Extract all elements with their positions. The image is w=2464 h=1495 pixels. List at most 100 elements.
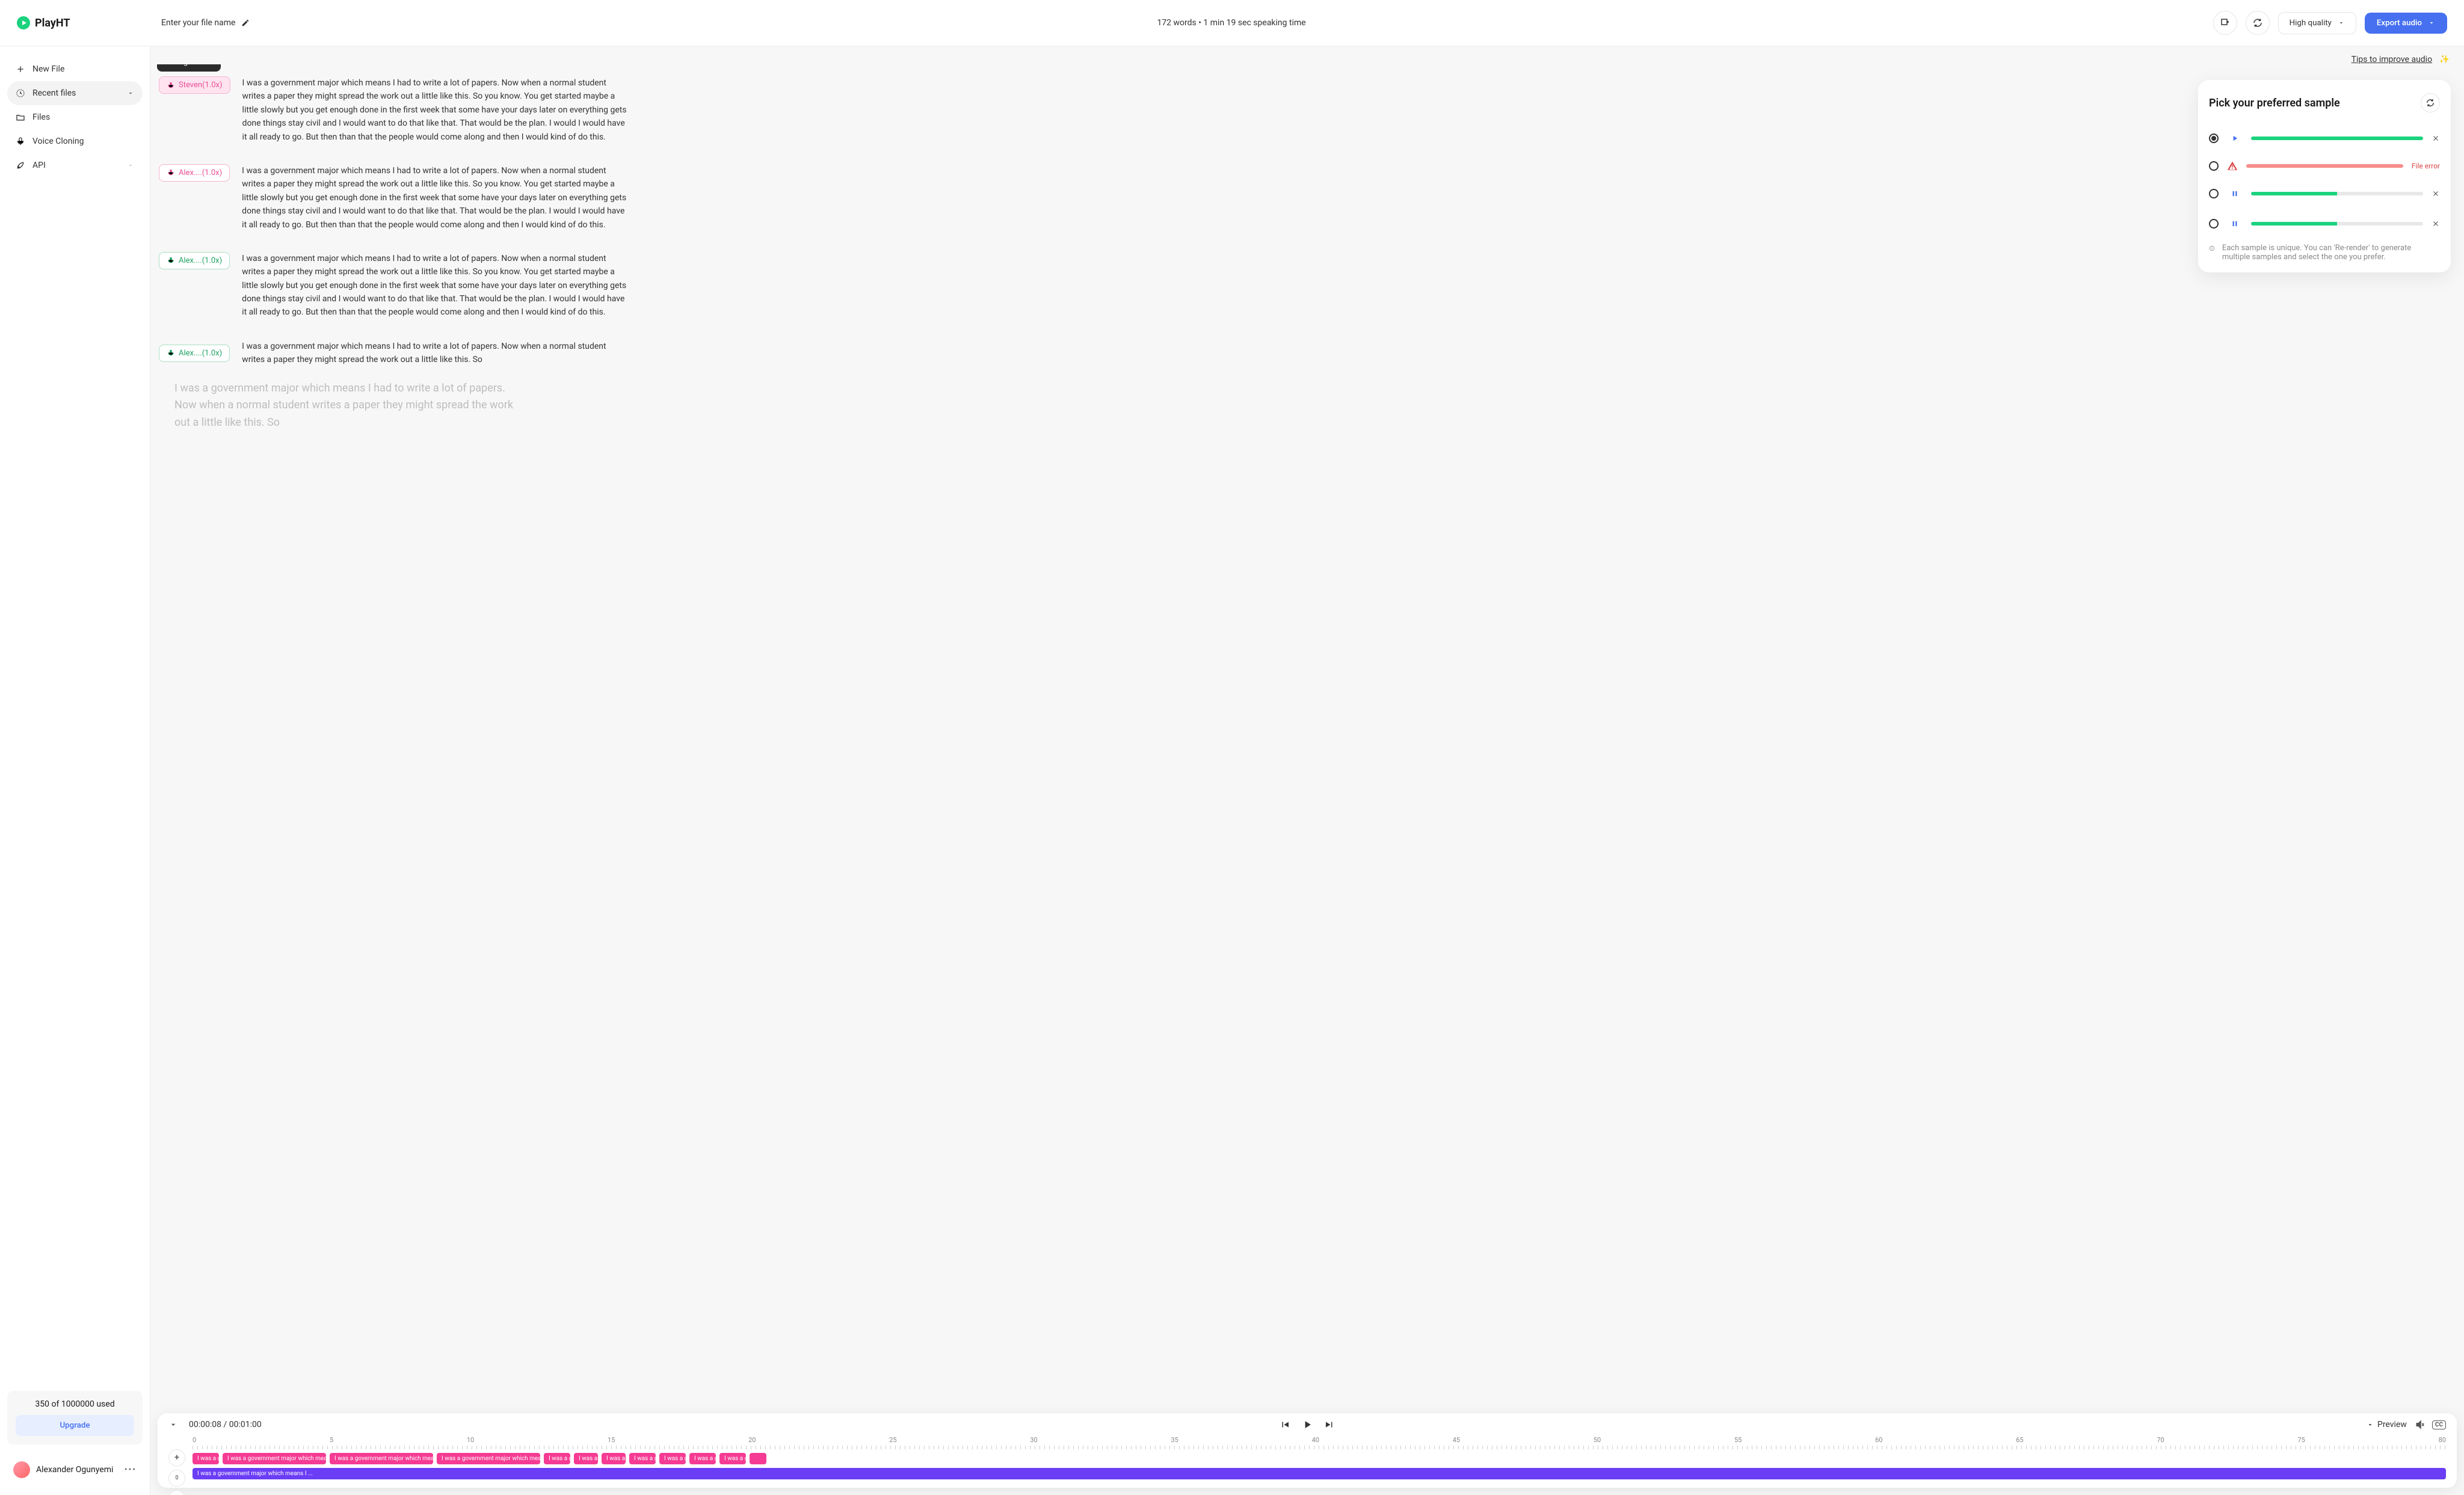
block-text[interactable]: I was a government major which means I h… — [242, 340, 627, 367]
clock-icon — [16, 88, 25, 98]
paragraph-block[interactable]: Alex....(1.0x) I was a government major … — [150, 157, 2464, 245]
audio-clip[interactable]: I was a g... — [659, 1453, 686, 1464]
avatar — [13, 1461, 30, 1478]
paragraph-block[interactable]: Alex....(1.0x) I was a government major … — [150, 333, 2464, 380]
audio-clip[interactable]: I was a g... — [629, 1453, 656, 1464]
change-voice-tooltip: Change voice — [157, 64, 221, 72]
block-text[interactable]: I was a government major which means I h… — [242, 252, 627, 319]
voice-chip-label: Steven(1.0x) — [179, 81, 223, 90]
upgrade-button[interactable]: Upgrade — [16, 1415, 134, 1436]
ruler-tick: 70 — [2157, 1436, 2164, 1444]
sample-radio[interactable] — [2209, 189, 2219, 198]
new-file-label: New File — [32, 64, 64, 74]
sidebar-voice-cloning[interactable]: Voice Cloning — [7, 129, 143, 153]
paragraph-block[interactable]: Change voice Steven(1.0x) I was a govern… — [150, 69, 2464, 157]
preview-label: Preview — [2377, 1420, 2407, 1429]
edit-icon[interactable] — [241, 19, 250, 27]
sample-row[interactable] — [2209, 209, 2440, 239]
user-row[interactable]: Alexander Ogunyemi ••• — [7, 1455, 143, 1484]
ruler-tick: 55 — [1734, 1436, 1742, 1444]
plus-icon — [16, 64, 25, 74]
ruler-tick: 80 — [2439, 1436, 2446, 1444]
quality-label: High quality — [2290, 19, 2332, 28]
editor-main: Tips to improve audio ✨ Change voice Ste… — [150, 46, 2464, 1495]
file-error-text: File error — [2412, 162, 2440, 170]
ruler-tick: 40 — [1312, 1436, 1319, 1444]
dismiss-sample-button[interactable] — [2432, 134, 2440, 143]
mic-icon — [167, 349, 175, 357]
files-label: Files — [32, 112, 50, 122]
audio-clip[interactable]: I was a g... — [689, 1453, 716, 1464]
mic-icon — [167, 81, 175, 90]
block-text[interactable]: I was a government major which means I h… — [242, 76, 627, 144]
audio-clip[interactable]: I was a g... — [544, 1453, 570, 1464]
file-name-input[interactable]: Enter your file name — [161, 18, 250, 28]
chevron-down-icon — [127, 162, 134, 169]
sample-radio[interactable] — [2209, 134, 2219, 143]
sidebar-new-file[interactable]: New File — [7, 57, 143, 81]
ruler-tick: 65 — [2016, 1436, 2023, 1444]
video-clip[interactable]: I was a government major which means I .… — [192, 1468, 2446, 1479]
quality-select[interactable]: High quality — [2278, 12, 2356, 34]
play-button[interactable] — [1301, 1419, 1313, 1431]
sidebar-api[interactable]: API — [7, 153, 143, 177]
sample-progress[interactable] — [2251, 222, 2423, 226]
refresh-button[interactable] — [2246, 11, 2270, 35]
ruler-tick: 30 — [1030, 1436, 1037, 1444]
cc-button[interactable]: CC — [2432, 1420, 2446, 1429]
audio-clip[interactable]: I was a government major which means I .… — [437, 1453, 540, 1464]
ruler-tick: 5 — [330, 1436, 333, 1444]
audio-clip[interactable] — [750, 1453, 766, 1464]
add-widget-button[interactable] — [2213, 11, 2237, 35]
api-label: API — [32, 161, 46, 170]
sample-radio[interactable] — [2209, 161, 2219, 171]
audio-clip[interactable]: I was a government major which means I .… — [223, 1453, 326, 1464]
voice-chip-alex-green[interactable]: Alex....(1.0x) — [159, 252, 230, 269]
dismiss-sample-button[interactable] — [2432, 189, 2440, 198]
dismiss-sample-button[interactable] — [2432, 219, 2440, 228]
export-button[interactable]: Export audio — [2365, 13, 2447, 34]
voice-chip-steven[interactable]: Change voice Steven(1.0x) — [159, 76, 230, 94]
sample-row[interactable] — [2209, 179, 2440, 209]
pause-sample-button[interactable] — [2227, 216, 2243, 232]
voice-chip-alex-green[interactable]: Alex....(1.0x) — [159, 345, 230, 362]
mute-button[interactable] — [2415, 1419, 2426, 1430]
audio-clip[interactable]: I was a government major which means I .… — [330, 1453, 433, 1464]
skip-next-button[interactable] — [1324, 1419, 1335, 1430]
logo[interactable]: PlayHT — [17, 16, 149, 29]
sidebar-recent-files[interactable]: Recent files — [7, 81, 143, 105]
play-sample-button[interactable] — [2227, 130, 2243, 146]
block-text[interactable]: I was a government major which means I h… — [242, 164, 627, 232]
video-clip-row[interactable]: I was a government major which means I .… — [192, 1468, 2446, 1479]
collapse-player-button[interactable] — [168, 1420, 178, 1429]
user-name: Alexander Ogunyemi — [36, 1465, 113, 1475]
sample-progress[interactable] — [2251, 137, 2423, 140]
video-track-button[interactable] — [168, 1490, 185, 1495]
sample-progress[interactable] — [2251, 192, 2423, 195]
paragraph-block[interactable]: Alex....(1.0x) I was a government major … — [150, 245, 2464, 333]
rerender-button[interactable] — [2421, 93, 2440, 112]
audio-clip[interactable]: I was a g... — [192, 1453, 219, 1464]
audio-clip-row[interactable]: I was a g... I was a government major wh… — [192, 1453, 2446, 1464]
preview-button[interactable]: Preview — [2367, 1420, 2407, 1429]
tips-link[interactable]: Tips to improve audio — [2352, 55, 2432, 64]
recent-label: Recent files — [32, 88, 76, 98]
sample-row-error[interactable]: File error — [2209, 153, 2440, 179]
chevron-down-icon — [127, 90, 134, 97]
audio-clip[interactable]: I was a g... — [574, 1453, 598, 1464]
skip-prev-button[interactable] — [1280, 1419, 1290, 1430]
voice-chip-alex-pink[interactable]: Alex....(1.0x) — [159, 164, 230, 182]
audio-clip[interactable]: I was a g... — [602, 1453, 626, 1464]
ruler-tick: 60 — [1875, 1436, 1882, 1444]
more-menu-icon[interactable]: ••• — [125, 1465, 137, 1475]
audio-clip[interactable]: I was a g... — [719, 1453, 746, 1464]
sample-radio[interactable] — [2209, 219, 2219, 229]
voice-cloning-label: Voice Cloning — [32, 137, 84, 146]
timeline[interactable]: + 05101520253035404550556065707580 I was… — [168, 1436, 2446, 1479]
sidebar-files[interactable]: Files — [7, 105, 143, 129]
pause-sample-button[interactable] — [2227, 186, 2243, 201]
doc-stats: 172 words • 1 min 19 sec speaking time — [262, 18, 2201, 28]
sample-row[interactable] — [2209, 123, 2440, 153]
warning-icon — [2227, 161, 2238, 171]
usage-text: 350 of 1000000 used — [16, 1399, 134, 1409]
